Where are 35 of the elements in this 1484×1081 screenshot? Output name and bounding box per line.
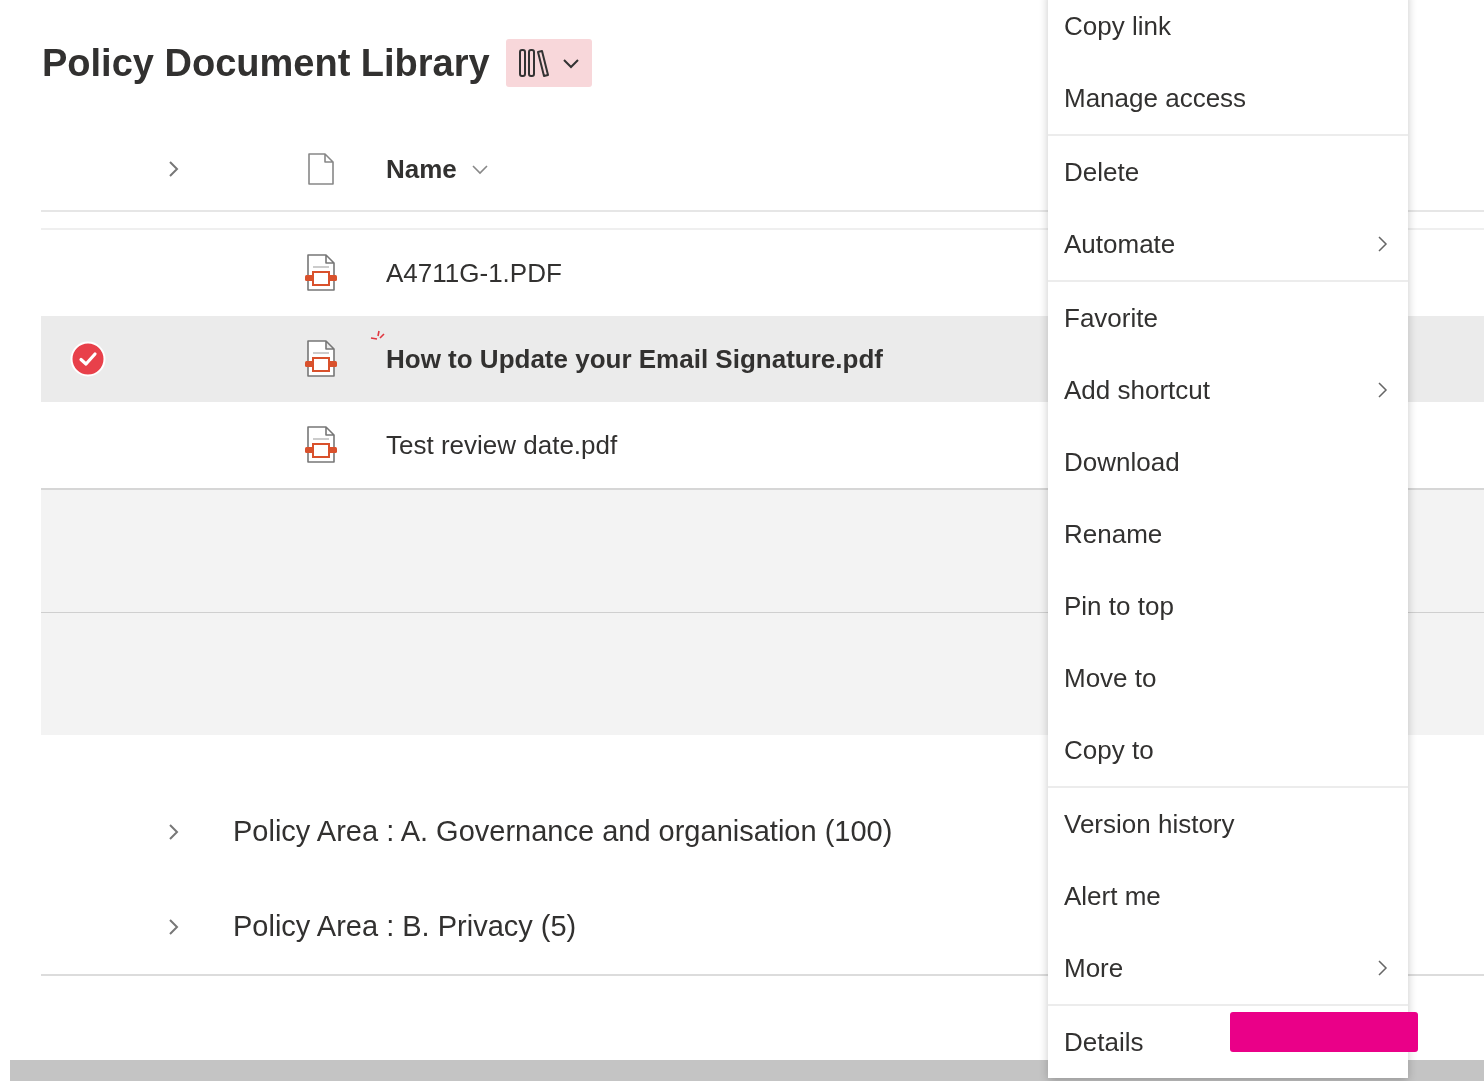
selected-check-icon[interactable] xyxy=(70,341,106,377)
file-name[interactable]: Test review date.pdf xyxy=(386,429,618,461)
library-title: Policy Document Library xyxy=(42,41,490,85)
view-switcher-button[interactable] xyxy=(505,39,592,87)
menu-item[interactable]: Automate xyxy=(1048,208,1408,280)
submenu-chevron-icon xyxy=(1376,234,1388,254)
pdf-file-icon xyxy=(303,425,339,465)
menu-item[interactable]: Manage access xyxy=(1048,62,1408,134)
file-name[interactable]: How to Update your Email Signature.pdf xyxy=(386,343,883,375)
name-column-header[interactable]: Name xyxy=(386,153,489,185)
file-type-icon xyxy=(307,152,335,186)
expand-chevron-icon[interactable] xyxy=(166,160,180,178)
menu-item[interactable]: Alert me xyxy=(1048,860,1408,932)
group-expand-icon[interactable] xyxy=(166,917,180,936)
menu-item[interactable]: Favorite xyxy=(1048,282,1408,354)
menu-item[interactable]: Rename xyxy=(1048,498,1408,570)
submenu-chevron-icon xyxy=(1376,380,1388,400)
menu-item[interactable]: Add shortcut xyxy=(1048,354,1408,426)
menu-item[interactable]: Copy to xyxy=(1048,714,1408,786)
group-header[interactable]: Policy Area : B. Privacy (5) xyxy=(233,910,577,943)
menu-item[interactable]: More xyxy=(1048,932,1408,1004)
menu-item[interactable]: Move to xyxy=(1048,642,1408,714)
pdf-file-icon xyxy=(303,253,339,293)
menu-item[interactable]: Copy link xyxy=(1048,0,1408,62)
menu-item[interactable]: Download xyxy=(1048,426,1408,498)
pdf-file-icon xyxy=(303,339,339,379)
file-name[interactable]: A4711G-1.PDF xyxy=(386,257,562,289)
group-expand-icon[interactable] xyxy=(166,822,180,841)
menu-item[interactable]: Pin to top xyxy=(1048,570,1408,642)
group-header[interactable]: Policy Area : A. Governance and organisation (100) xyxy=(233,815,893,848)
sort-chevron-icon xyxy=(470,163,489,175)
menu-item[interactable]: Version history xyxy=(1048,788,1408,860)
submenu-chevron-icon xyxy=(1376,958,1388,978)
menu-item[interactable]: Delete xyxy=(1048,136,1408,208)
chevron-down-icon xyxy=(561,57,580,69)
